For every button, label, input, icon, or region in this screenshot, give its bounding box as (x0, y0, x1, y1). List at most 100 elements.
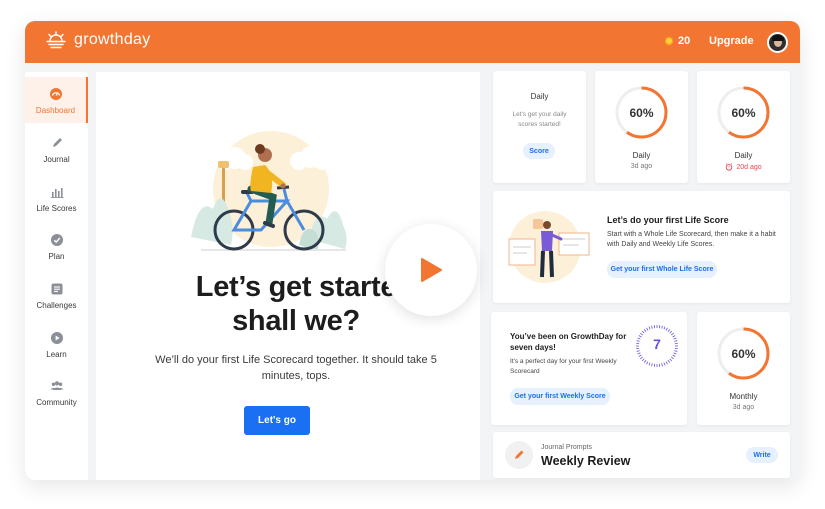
first-life-score-title: Let’s do your first Life Score (607, 215, 729, 225)
dial-tick (663, 326, 666, 330)
journal-badge (505, 441, 533, 469)
people-icon (49, 379, 64, 393)
coin-balance[interactable]: 20 (665, 35, 690, 47)
dial-tick (663, 362, 666, 366)
dial-tick (671, 332, 674, 336)
dial-tick (648, 326, 651, 330)
sidebar-item-journal[interactable]: Journal (25, 126, 88, 172)
dial-tick (641, 358, 645, 362)
sidebar-item-label: Learn (46, 350, 67, 359)
dial-tick (661, 325, 663, 329)
score-percent: 60% (731, 347, 756, 361)
seven-days-title: You’ve been on GrowthDay for seven days! (510, 332, 627, 352)
monthly-score-card[interactable]: 60% Monthly 3d ago (697, 312, 790, 425)
pencil-icon (515, 450, 524, 459)
top-bar: growthday 20 Upgrade (25, 21, 800, 63)
sidebar-item-label: Dashboard (35, 106, 76, 115)
sidebar-item-label: Community (36, 398, 77, 407)
score-percent: 60% (629, 106, 654, 120)
dial-tick (646, 361, 649, 365)
score-timestamp: 3d ago (630, 163, 653, 170)
dial-tick (651, 325, 653, 329)
play-icon (421, 258, 442, 282)
journal-prompt-card: Journal Prompts Weekly Review Write (493, 432, 790, 478)
write-button[interactable]: Write (746, 447, 778, 463)
daily-start-text: Let's get your daily scores started! (512, 111, 567, 128)
score-label: Daily (734, 151, 753, 160)
dial-tick (665, 361, 668, 365)
brand-logo[interactable]: growthday (45, 31, 151, 49)
sidebar-item-life-scores[interactable]: Life Scores (25, 175, 88, 221)
play-circle-icon (50, 331, 64, 345)
dial-tick (669, 330, 673, 334)
weekly-score-button[interactable]: Get your first Weekly Score (510, 388, 610, 405)
list-icon (50, 282, 64, 296)
lets-go-button[interactable]: Let's go (244, 406, 310, 435)
dial-tick (643, 360, 647, 363)
cyclist-illustration (191, 131, 347, 251)
dial-tick (673, 352, 677, 355)
dial-tick (648, 362, 651, 366)
dial-tick (671, 356, 674, 360)
sidebar-item-label: Challenges (36, 301, 77, 310)
dial-tick (667, 360, 671, 363)
sidebar: Dashboard Journal Life Scores Plan Chall… (25, 72, 88, 480)
journal-title: Weekly Review (541, 454, 631, 468)
whole-life-score-button[interactable]: Get your first Whole Life Score (607, 261, 717, 278)
daily-score-card-1[interactable]: 60% Daily 3d ago (595, 71, 688, 183)
seven-days-card: You’ve been on GrowthDay for seven days!… (491, 312, 687, 425)
first-life-score-text: Start with a Whole Life Scorecard, then … (607, 231, 776, 248)
person-scorecard-illustration (508, 211, 590, 283)
dial-tick (646, 327, 649, 331)
seven-days-text: It's a perfect day for your first Weekly… (510, 358, 617, 375)
dial-tick (672, 354, 676, 357)
score-overdue: 20d ago (697, 163, 790, 171)
hero-subtitle: We’ll do your first Life Scorecard toget… (155, 354, 437, 382)
score-timestamp: 3d ago (732, 404, 755, 411)
journal-kicker: Journal Prompts (541, 444, 592, 451)
app-window: growthday 20 Upgrade Dashboard Journal L… (25, 21, 800, 480)
sidebar-item-plan[interactable]: Plan (25, 223, 88, 269)
play-video-button[interactable] (385, 224, 477, 316)
dial-tick (665, 327, 668, 331)
dashboard-icon (49, 87, 63, 101)
dial-tick (637, 352, 641, 355)
pen-icon (50, 136, 64, 150)
score-timestamp: 20d ago (736, 163, 762, 171)
sunrise-logo-icon (46, 31, 66, 49)
sidebar-item-label: Journal (43, 155, 70, 164)
score-label: Daily (632, 151, 651, 160)
sidebar-item-community[interactable]: Community (25, 369, 88, 415)
score-button[interactable]: Score (523, 143, 555, 159)
sidebar-item-challenges[interactable]: Challenges (25, 272, 88, 318)
daily-score-card-2[interactable]: 60% Daily 20d ago (697, 71, 790, 183)
dial-tick (661, 363, 663, 367)
avatar-hair (772, 35, 784, 41)
score-label: Monthly (729, 392, 758, 401)
dial-tick (643, 329, 647, 332)
dial-tick (640, 356, 643, 360)
sidebar-item-label: Life Scores (36, 204, 77, 213)
dial-tick (641, 330, 645, 334)
dial-tick (669, 358, 673, 362)
check-circle-icon (50, 233, 64, 247)
coin-count: 20 (678, 35, 691, 47)
brand-name: growthday (74, 31, 151, 48)
dial-tick (667, 329, 671, 332)
bar-chart-icon (50, 185, 64, 199)
sidebar-item-learn[interactable]: Learn (25, 321, 88, 367)
dial-tick (638, 354, 642, 357)
sidebar-item-label: Plan (48, 252, 65, 261)
coin-icon (665, 37, 673, 45)
alarm-clock-icon (726, 163, 733, 171)
user-avatar[interactable] (767, 32, 788, 53)
dial-tick (651, 363, 653, 367)
daily-start-title: Daily (530, 92, 549, 101)
score-percent: 60% (731, 106, 756, 120)
daily-start-card: Daily Let's get your daily scores starte… (493, 71, 586, 183)
day-count: 7 (653, 336, 661, 352)
upgrade-link[interactable]: Upgrade (709, 35, 754, 47)
dial-tick (640, 332, 643, 336)
sidebar-item-dashboard[interactable]: Dashboard (25, 77, 88, 123)
first-life-score-card: Let’s do your first Life Score Start wit… (493, 191, 790, 303)
